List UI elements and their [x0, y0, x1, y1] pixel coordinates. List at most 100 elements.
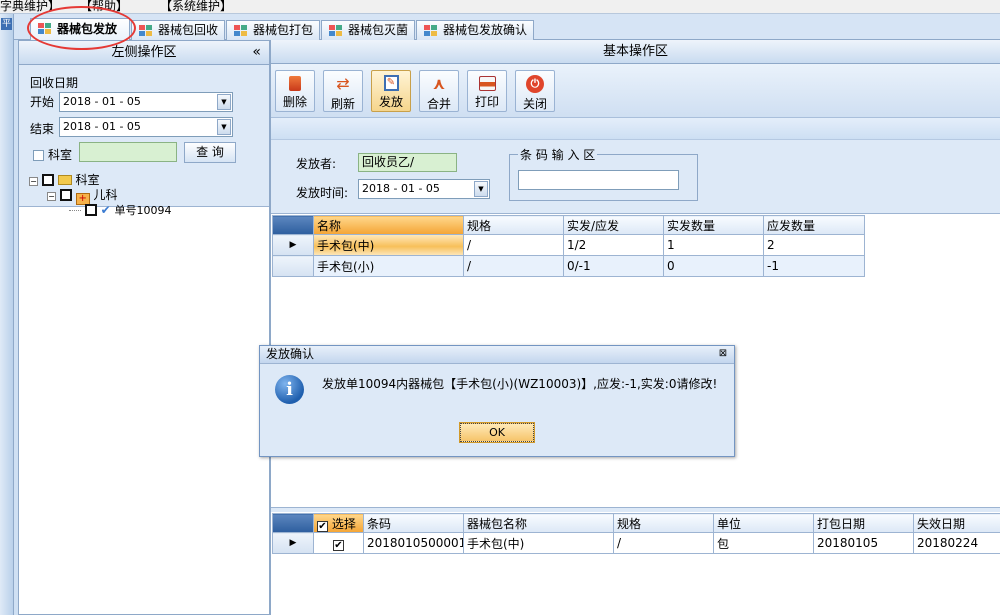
dept-input[interactable] [79, 142, 177, 162]
print-button[interactable]: 打印 [467, 70, 507, 112]
tab-instrument-pack[interactable]: 器械包打包 [226, 20, 320, 40]
edit-form-icon: ✎ [383, 75, 399, 91]
menu-dictionary[interactable]: 字典维护】 [0, 0, 60, 13]
merge-icon: ⋏ [432, 74, 446, 93]
close-button[interactable]: ⏻ 关闭 [515, 70, 555, 112]
tree-checkbox[interactable] [59, 189, 72, 201]
tree-connector [69, 210, 81, 211]
menu-bar: 字典维护】 【帮助】 【系统维护】 [0, 0, 1000, 14]
col-header-expiry-date[interactable]: 失效日期 [913, 513, 1000, 533]
info-icon: i [275, 375, 304, 404]
menu-system[interactable]: 【系统维护】 [160, 0, 232, 13]
end-date-label: 结束 [30, 122, 55, 136]
tab-label: 器械包灭菌 [348, 23, 409, 37]
issuer-field[interactable]: 回收员乙/ [358, 153, 457, 172]
dialog-title: 发放确认 [266, 347, 315, 361]
dialog-message: 发放单10094内器械包【手术包(小)(WZ10003)】,应发:-1,实发:0… [322, 377, 718, 391]
current-row-indicator: ▶ [272, 234, 314, 256]
close-icon[interactable]: ⊠ [717, 348, 729, 360]
toolbar: 删除 ⇄ 刷新 ✎ 发放 ⋏ 合并 打印 ⏻ 关闭 [271, 64, 1000, 118]
issue-confirm-dialog: 发放确认 ⊠ i 发放单10094内器械包【手术包(小)(WZ10003)】,应… [259, 345, 735, 457]
chevron-down-icon[interactable]: ▼ [217, 119, 231, 135]
basic-operation-panel: 基本操作区 删除 ⇄ 刷新 ✎ 发放 ⋏ 合并 打印 ⏻ 关闭 发放者: 回收员… [270, 40, 1000, 615]
collapse-tree-icon[interactable]: − [47, 192, 56, 201]
col-header-unit[interactable]: 单位 [713, 513, 814, 533]
tab-label: 器械包发放 [57, 22, 118, 36]
splitter[interactable] [271, 507, 1000, 512]
chevron-down-icon[interactable]: ▼ [474, 181, 488, 197]
col-header-actual-qty[interactable]: 实发数量 [663, 215, 764, 235]
grid-icon [234, 25, 248, 36]
issue-time-picker[interactable]: 2018 - 01 - 05 ▼ [358, 179, 490, 199]
current-row-indicator: ▶ [272, 532, 314, 554]
menu-help[interactable]: 【帮助】 [80, 0, 128, 13]
col-header-ratio[interactable]: 实发/应发 [563, 215, 664, 235]
query-button[interactable]: 查 询 [184, 142, 236, 163]
pin-icon[interactable]: 平 [1, 18, 12, 30]
tree-node-label: 儿科 [93, 188, 118, 202]
folder-icon [57, 175, 72, 185]
tab-label: 器械包发放确认 [443, 23, 528, 37]
left-panel-header: 左侧操作区 « [19, 41, 269, 65]
collapse-tree-icon[interactable]: − [29, 177, 38, 186]
row-indicator [272, 255, 314, 277]
refresh-button[interactable]: ⇄ 刷新 [323, 70, 363, 112]
delete-button[interactable]: 删除 [275, 70, 315, 112]
col-header-spec[interactable]: 规格 [463, 215, 564, 235]
left-operation-panel: 左侧操作区 « 回收日期 开始 2018 - 01 - 05 ▼ 结束 2018… [18, 40, 270, 615]
tree-checkbox[interactable] [84, 204, 97, 216]
table-row[interactable]: ▶ ✔ 2018010500001 手术包(中) / 包 20180105 20… [272, 532, 1000, 554]
left-panel-title: 左侧操作区 [111, 45, 177, 60]
check-icon: ✔ [100, 203, 111, 217]
table-row[interactable]: ▶ 手术包(中) / 1/2 1 2 [272, 234, 865, 256]
barcode-legend: 条 码 输 入 区 [520, 148, 596, 162]
printer-icon [478, 76, 496, 91]
col-header-package-name[interactable]: 器械包名称 [463, 513, 614, 533]
tree-leaf-label: 单号10094 [114, 204, 172, 217]
tab-instrument-recycle[interactable]: 器械包回收 [131, 20, 225, 40]
grid-icon [424, 25, 438, 36]
table-row[interactable]: 手术包(小) / 0/-1 0 -1 [272, 255, 865, 277]
power-icon: ⏻ [526, 75, 544, 93]
grid-icon [38, 23, 52, 34]
end-date-picker[interactable]: 2018 - 01 - 05 ▼ [59, 117, 233, 137]
tree-leaf-order[interactable]: ✔ 单号10094 [69, 202, 172, 218]
chevron-down-icon[interactable]: ▼ [217, 94, 231, 110]
col-header-barcode[interactable]: 条码 [363, 513, 464, 533]
issue-button[interactable]: ✎ 发放 [371, 70, 411, 112]
issue-info-area: 发放者: 回收员乙/ 发放时间: 2018 - 01 - 05 ▼ 条 码 输 … [271, 140, 1000, 214]
row-checkbox[interactable]: ✔ [333, 539, 344, 551]
tree-root-label: 科室 [75, 173, 100, 187]
tab-label: 器械包回收 [158, 23, 219, 37]
start-date-value: 2018 - 01 - 05 [63, 95, 141, 108]
recycle-date-label: 回收日期 [30, 76, 79, 90]
col-header-name[interactable]: 名称 [313, 215, 464, 235]
col-header-spec[interactable]: 规格 [613, 513, 714, 533]
toolbar-divider-strip [271, 118, 1000, 140]
barcode-input[interactable] [518, 170, 679, 190]
col-header-select[interactable]: ✔ 选择 [313, 513, 364, 533]
barcode-detail-grid: ✔ 选择 条码 器械包名称 规格 单位 打包日期 失效日期 ▶ ✔ 201801… [272, 513, 1000, 554]
dept-checkbox[interactable] [33, 150, 44, 161]
end-date-value: 2018 - 01 - 05 [63, 120, 141, 133]
tab-instrument-issue[interactable]: 器械包发放 [30, 18, 130, 40]
right-panel-title: 基本操作区 [602, 44, 668, 59]
trash-icon [289, 76, 301, 91]
issue-time-value: 2018 - 01 - 05 [362, 182, 440, 195]
select-all-checkbox[interactable]: ✔ [317, 520, 328, 532]
grid-corner [272, 215, 314, 235]
ok-button[interactable]: OK [459, 422, 535, 443]
dialog-titlebar[interactable]: 发放确认 ⊠ [260, 346, 734, 364]
refresh-icon: ⇄ [336, 74, 350, 93]
package-summary-grid: 名称 规格 实发/应发 实发数量 应发数量 ▶ 手术包(中) / 1/2 1 2… [272, 215, 865, 277]
row-select-cell[interactable]: ✔ [313, 532, 364, 554]
right-panel-header: 基本操作区 [271, 40, 1000, 64]
collapse-icon[interactable]: « [252, 41, 261, 64]
start-date-picker[interactable]: 2018 - 01 - 05 ▼ [59, 92, 233, 112]
tab-instrument-issue-confirm[interactable]: 器械包发放确认 [416, 20, 534, 40]
tree-checkbox[interactable] [41, 174, 54, 186]
tab-instrument-sterilize[interactable]: 器械包灭菌 [321, 20, 415, 40]
merge-button[interactable]: ⋏ 合并 [419, 70, 459, 112]
col-header-expected-qty[interactable]: 应发数量 [763, 215, 865, 235]
col-header-pack-date[interactable]: 打包日期 [813, 513, 914, 533]
